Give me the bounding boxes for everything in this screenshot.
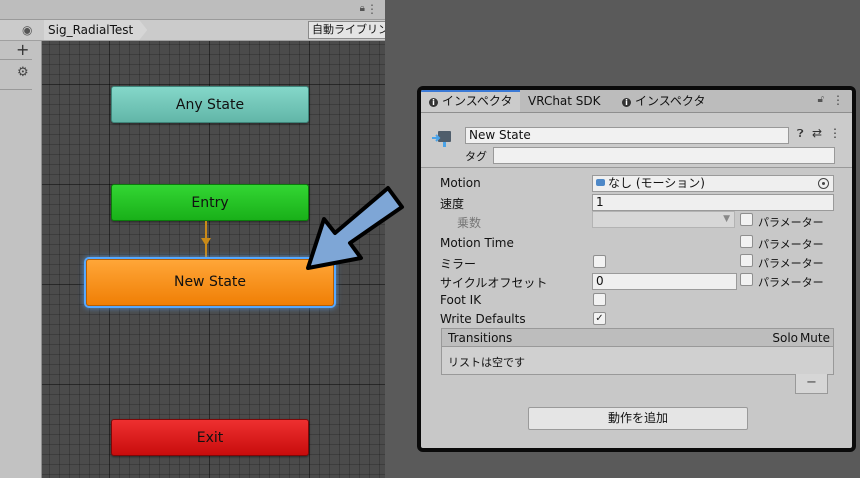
annotation-arrow-icon	[306, 186, 404, 270]
